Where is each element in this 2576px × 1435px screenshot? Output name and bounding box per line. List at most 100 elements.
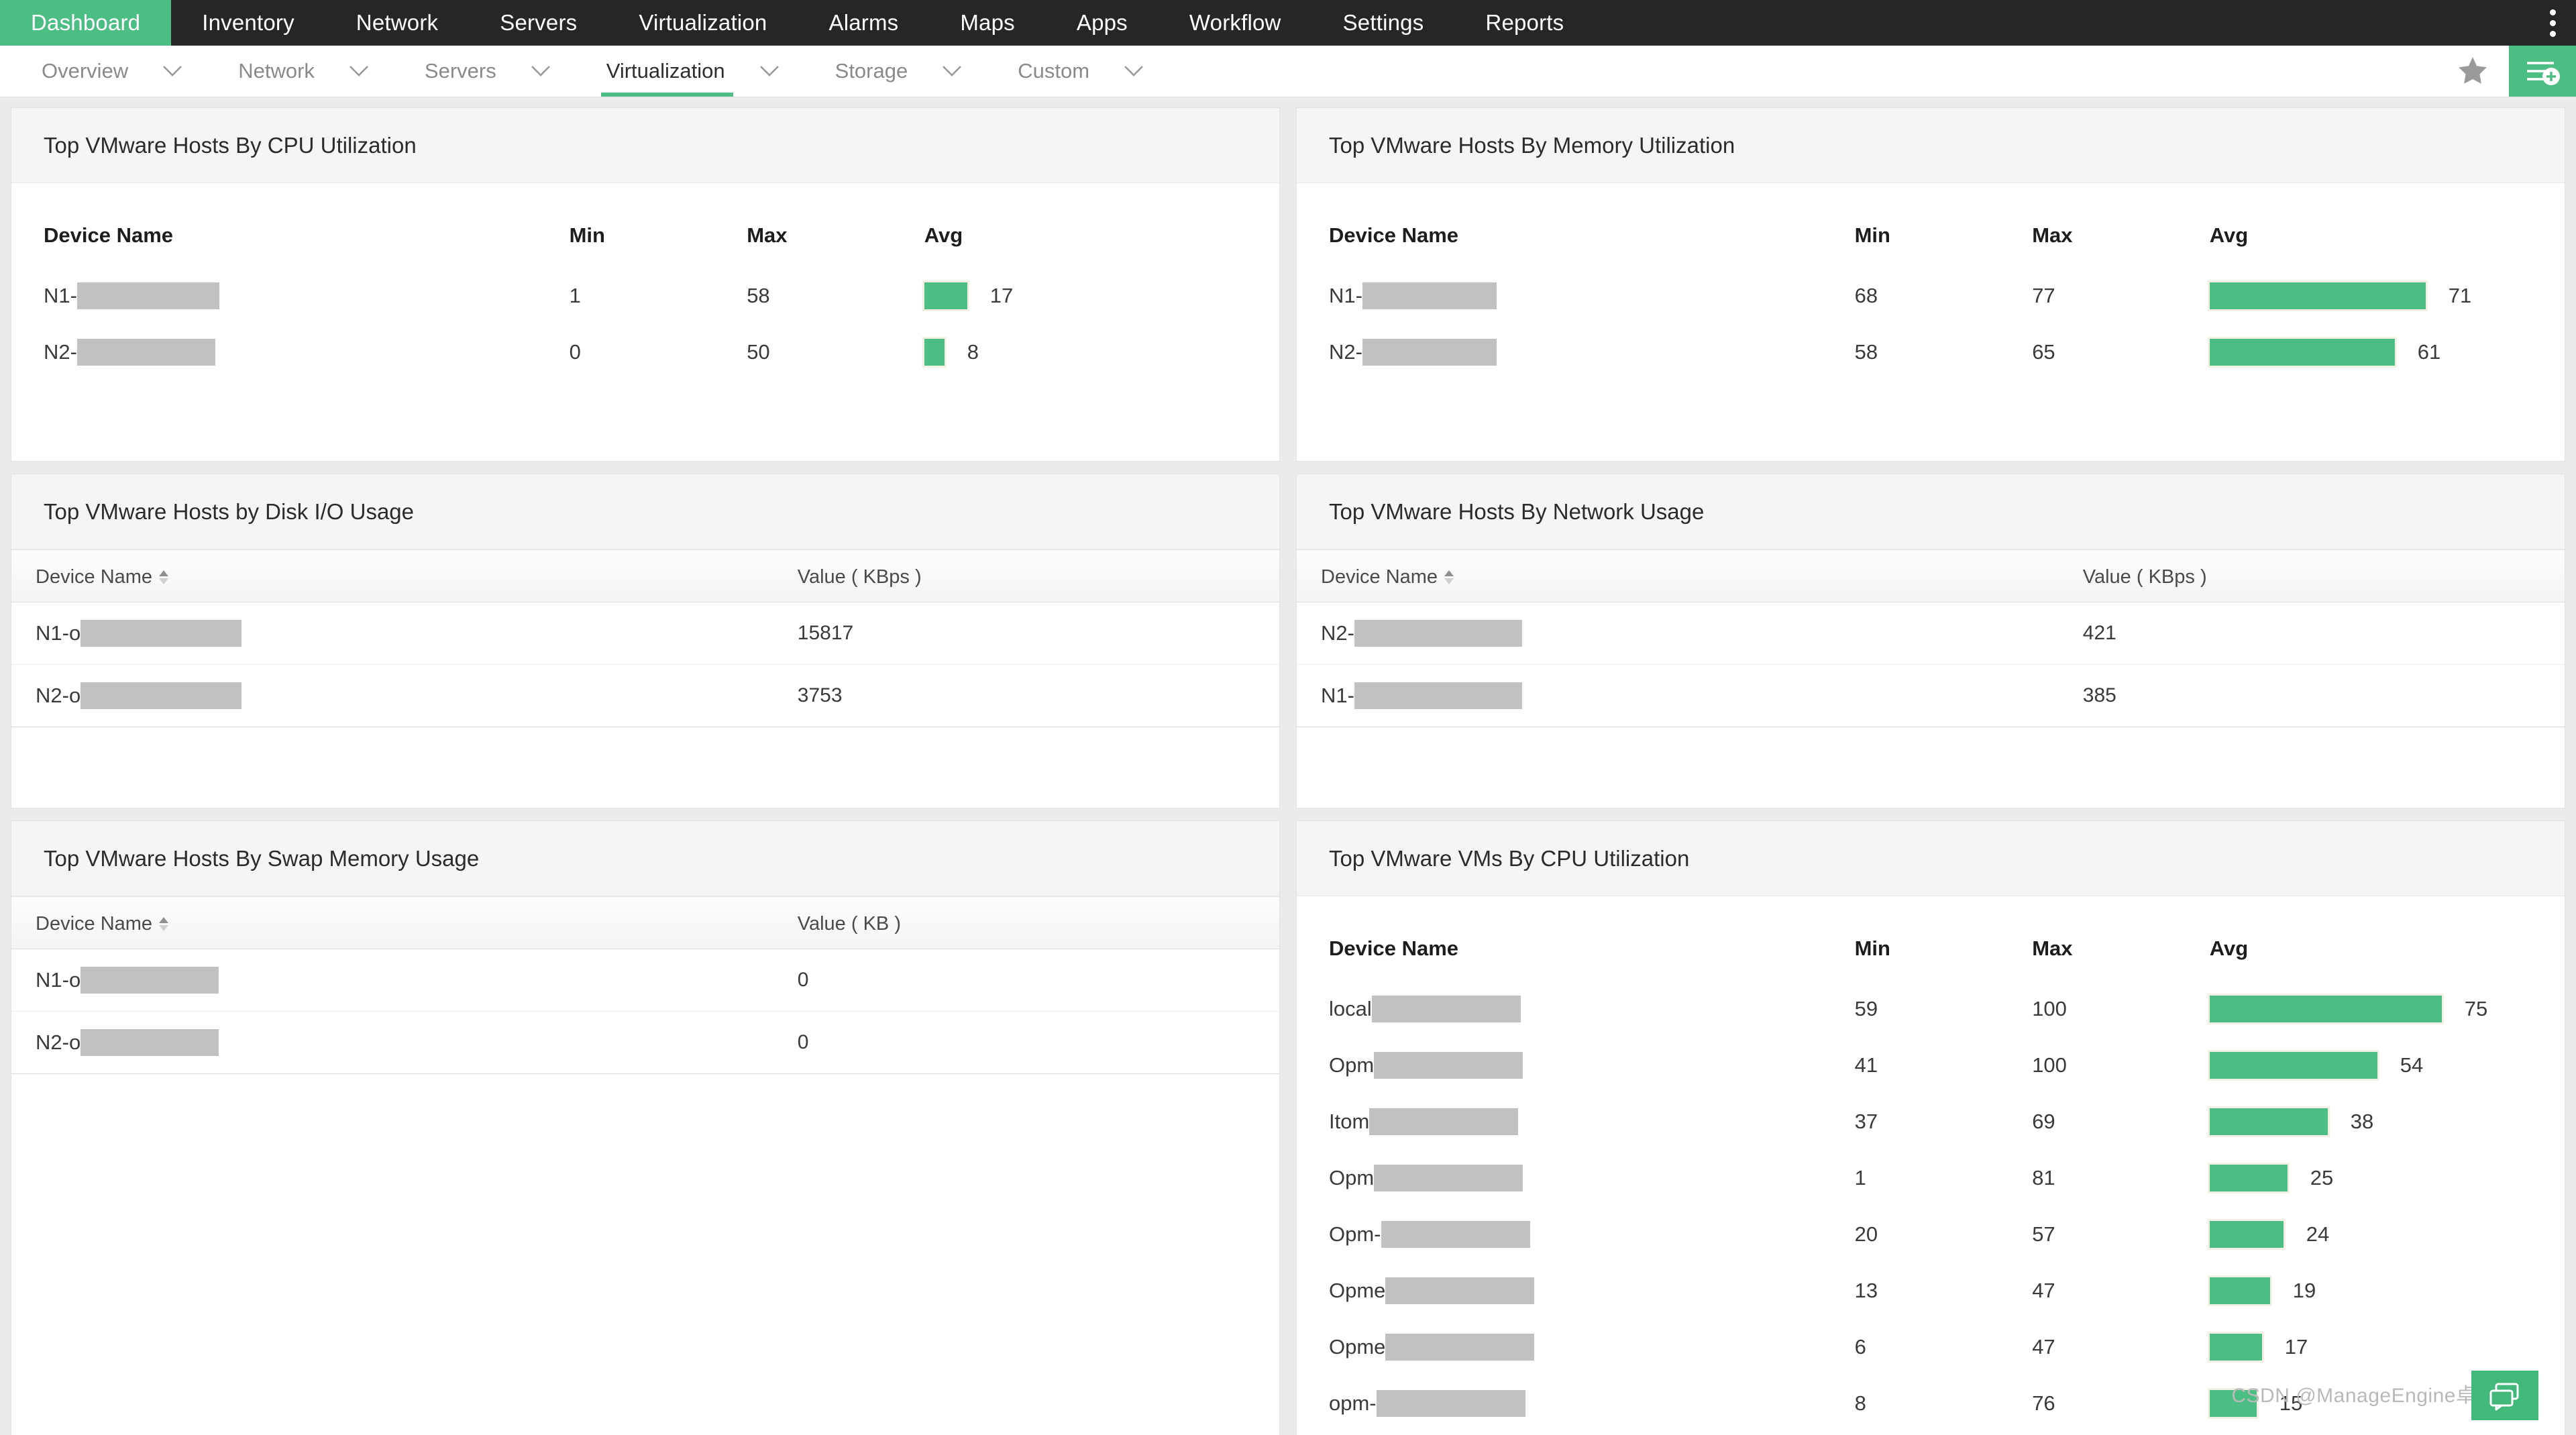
- tab-network[interactable]: Network: [197, 46, 335, 97]
- chevron-down-icon-overview[interactable]: [148, 46, 197, 97]
- avg-bar: [922, 337, 947, 368]
- table-row[interactable]: Opm 41 100 54: [1297, 1037, 2565, 1094]
- table-row[interactable]: N2- 421: [1297, 602, 2565, 665]
- table-row[interactable]: N2-o 3753: [11, 664, 1279, 727]
- avg-value: 75: [2464, 997, 2488, 1020]
- col-min[interactable]: Min: [570, 183, 747, 268]
- table-row[interactable]: Itom 37 69 38: [1297, 1094, 2565, 1150]
- topnav-item-apps[interactable]: Apps: [1046, 0, 1159, 46]
- topnav-item-virtualization[interactable]: Virtualization: [608, 0, 798, 46]
- table-row[interactable]: Virt1122013: [1297, 1432, 2565, 1435]
- redaction-block: [76, 282, 219, 309]
- table-row[interactable]: Opme 6 47 17: [1297, 1319, 2565, 1375]
- widget-padding: [11, 727, 1279, 808]
- col-avg[interactable]: Avg: [2210, 896, 2565, 981]
- device-name-prefix: Opme: [1329, 1279, 1386, 1302]
- col-avg[interactable]: Avg: [924, 183, 1279, 268]
- avg-value: 24: [2306, 1222, 2330, 1246]
- col-value[interactable]: Value ( KB ): [797, 896, 1279, 949]
- widget-body: Device Name Min Max Avg N1- 68 77 71 N2-…: [1297, 183, 2565, 461]
- table-row[interactable]: Opme 13 47 19: [1297, 1263, 2565, 1319]
- table-row[interactable]: N1- 385: [1297, 664, 2565, 727]
- table-row[interactable]: N1-o 0: [11, 949, 1279, 1012]
- cell-device-name: Opme: [1297, 1319, 1855, 1375]
- table-row[interactable]: N2-o 0: [11, 1011, 1279, 1074]
- cell-max: 81: [2032, 1166, 2055, 1189]
- cell-device-name: Virt1: [1297, 1432, 1855, 1435]
- table-row[interactable]: N1- 68 77 71: [1297, 268, 2565, 324]
- chat-bubble-icon[interactable]: [2471, 1371, 2538, 1420]
- chevron-down-icon-servers[interactable]: [517, 46, 565, 97]
- col-avg[interactable]: Avg: [2210, 183, 2565, 268]
- chevron-down-icon-network[interactable]: [335, 46, 383, 97]
- redaction-block: [1369, 1108, 1519, 1135]
- chevron-down-icon-storage[interactable]: [928, 46, 976, 97]
- table-row[interactable]: N2- 58 65 61: [1297, 324, 2565, 380]
- cell-avg: 13: [2210, 1432, 2565, 1435]
- chevron-down-icon-custom[interactable]: [1110, 46, 1158, 97]
- widget-title: Top VMware VMs By CPU Utilization: [1329, 845, 1690, 871]
- topnav-item-reports[interactable]: Reports: [1454, 0, 1595, 46]
- topnav-item-alarms[interactable]: Alarms: [798, 0, 929, 46]
- table-row[interactable]: N1-o 15817: [11, 602, 1279, 665]
- col-max[interactable]: Max: [2032, 183, 2210, 268]
- col-device-name[interactable]: Device Name: [11, 183, 570, 268]
- col-device-name[interactable]: Device Name: [1297, 896, 1855, 981]
- metric-table: Device Name Min Max Avg local 59 100 75 Opm 4…: [1297, 896, 2565, 1435]
- sort-arrows-icon[interactable]: [1444, 570, 1454, 584]
- col-min[interactable]: Min: [1855, 896, 2033, 981]
- topnav-item-workflow[interactable]: Workflow: [1159, 0, 1312, 46]
- sort-arrows-icon[interactable]: [159, 570, 169, 584]
- widget-vms-cpu: Top VMware VMs By CPU Utilization Device…: [1296, 820, 2565, 1435]
- avg-value: 19: [2292, 1279, 2316, 1302]
- tab-servers[interactable]: Servers: [383, 46, 517, 97]
- cell-value: 385: [2082, 664, 2565, 727]
- cell-min: 1: [569, 284, 581, 307]
- sortable-table: Device Name Value ( KB ) N1-o 0 N2-o 0: [11, 896, 1279, 1074]
- widget-padding: [1297, 380, 2565, 461]
- table-row[interactable]: Opm- 20 57 24: [1297, 1206, 2565, 1263]
- star-icon[interactable]: [2436, 46, 2509, 97]
- topnav-item-servers[interactable]: Servers: [469, 0, 608, 46]
- widget-header: Top VMware VMs By CPU Utilization: [1297, 821, 2565, 896]
- col-min[interactable]: Min: [1855, 183, 2033, 268]
- table-row[interactable]: local 59 100 75: [1297, 981, 2565, 1037]
- tab-custom[interactable]: Custom: [976, 46, 1110, 97]
- topnav-item-dashboard[interactable]: Dashboard: [0, 0, 172, 46]
- col-device-name[interactable]: Device Name: [11, 896, 798, 949]
- table-row[interactable]: N2- 0 50 8: [11, 324, 1279, 380]
- col-value[interactable]: Value ( KBps ): [2082, 549, 2565, 602]
- avg-bar: [2207, 1388, 2259, 1419]
- widget-hosts-cpu: Top VMware Hosts By CPU Utilization Devi…: [11, 107, 1280, 462]
- widget-title: Top VMware Hosts By Memory Utilization: [1329, 132, 1735, 158]
- cell-device-name: Opm: [1297, 1150, 1855, 1206]
- col-device-name[interactable]: Device Name: [1297, 183, 1855, 268]
- kebab-menu-icon[interactable]: [2529, 0, 2576, 46]
- topnav-item-inventory[interactable]: Inventory: [171, 0, 325, 46]
- sortable-table: Device Name Value ( KBps ) N1-o 15817 N2…: [11, 549, 1279, 727]
- chevron-down-icon-virtualization[interactable]: [745, 46, 794, 97]
- cell-min: 20: [1854, 1222, 1878, 1246]
- widget-body: Device Name Min Max Avg local 59 100 75 Opm 4…: [1297, 896, 2565, 1435]
- cell-max: 76: [2032, 1391, 2055, 1415]
- topnav-label: Settings: [1342, 10, 1424, 35]
- tab-virtualization[interactable]: Virtualization: [565, 46, 745, 97]
- table-row[interactable]: opm- 8 76 15: [1297, 1375, 2565, 1432]
- col-device-name[interactable]: Device Name: [1297, 549, 2083, 602]
- col-max[interactable]: Max: [747, 183, 924, 268]
- tab-overview[interactable]: Overview: [0, 46, 148, 97]
- table-row[interactable]: N1- 1 58 17: [11, 268, 1279, 324]
- sort-arrows-icon[interactable]: [159, 917, 169, 931]
- topnav-label: Virtualization: [639, 10, 767, 35]
- col-value[interactable]: Value ( KBps ): [797, 549, 1279, 602]
- tab-storage[interactable]: Storage: [794, 46, 928, 97]
- table-row[interactable]: Opm 1 81 25: [1297, 1150, 2565, 1206]
- col-max[interactable]: Max: [2032, 896, 2210, 981]
- topnav-item-settings[interactable]: Settings: [1312, 0, 1455, 46]
- topnav-item-maps[interactable]: Maps: [929, 0, 1046, 46]
- topnav-item-network[interactable]: Network: [325, 0, 469, 46]
- cell-avg: 71: [2207, 268, 2565, 324]
- col-device-name[interactable]: Device Name: [11, 549, 798, 602]
- add-widget-button[interactable]: [2509, 46, 2576, 97]
- avg-bar: [2207, 280, 2428, 311]
